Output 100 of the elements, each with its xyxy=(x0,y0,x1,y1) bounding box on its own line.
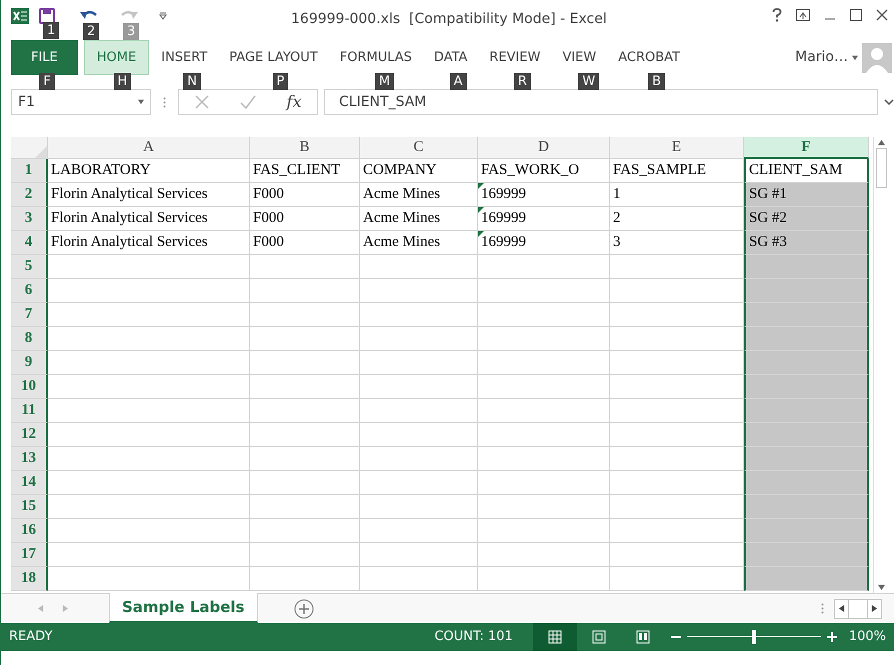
table-cell: 169999 xyxy=(478,183,610,207)
ribbon-display-icon[interactable] xyxy=(796,9,810,21)
row-header[interactable]: 16 xyxy=(11,519,48,543)
customize-caret-icon[interactable] xyxy=(159,12,167,20)
keytip: H xyxy=(114,73,132,90)
keytip: 1 xyxy=(43,22,60,39)
table-cell: FAS_WORK_O xyxy=(478,159,610,183)
table-cell: Florin Analytical Services xyxy=(48,207,250,231)
keytip: 2 xyxy=(83,23,100,40)
table-cell: 169999 xyxy=(478,231,610,255)
row-header[interactable]: 9 xyxy=(11,351,48,375)
table-cell: 169999 xyxy=(478,207,610,231)
keytip: W xyxy=(578,73,600,90)
table-cell: 3 xyxy=(610,231,744,255)
keytip: A xyxy=(450,73,467,90)
table-cell: Florin Analytical Services xyxy=(48,183,250,207)
keytip: B xyxy=(648,73,666,90)
ribbon-tab[interactable]: FORMULAS xyxy=(330,40,422,75)
help-icon[interactable] xyxy=(772,8,782,22)
quick-access-button[interactable] xyxy=(39,8,55,24)
keytip: F xyxy=(39,73,55,90)
ribbon-tab[interactable]: FILE xyxy=(11,40,78,75)
ribbon-tab[interactable]: HOME xyxy=(84,40,150,75)
column-header[interactable]: F xyxy=(744,137,869,159)
row-header[interactable]: 18 xyxy=(11,567,48,591)
splitter-icon[interactable] xyxy=(821,603,824,614)
zoom-in-icon[interactable] xyxy=(826,632,837,642)
table-cell: CLIENT_SAM xyxy=(744,159,869,183)
zoom-slider[interactable] xyxy=(686,630,821,644)
row-header[interactable]: 3 xyxy=(11,207,48,231)
ribbon-tab[interactable]: PAGE LAYOUT xyxy=(219,40,328,75)
ribbon-tab[interactable]: INSERT xyxy=(151,40,218,75)
window-title: 169999-000.xls [Compatibility Mode] - Excel xyxy=(291,10,607,29)
zoom-level[interactable]: 100% xyxy=(842,627,894,647)
caret-icon[interactable] xyxy=(852,54,858,60)
more-icon[interactable] xyxy=(163,96,166,108)
name-box[interactable]: F1 xyxy=(11,89,151,115)
table-cell: F000 xyxy=(250,183,360,207)
table-cell: F000 xyxy=(250,231,360,255)
add-sheet-icon[interactable] xyxy=(294,598,314,618)
table-cell: Acme Mines xyxy=(360,207,478,231)
keytip: P xyxy=(272,73,288,90)
column-header[interactable]: C xyxy=(360,137,478,159)
table-cell: FAS_SAMPLE xyxy=(610,159,744,183)
ribbon-tab[interactable]: VIEW xyxy=(552,40,606,75)
table-cell: FAS_CLIENT xyxy=(250,159,360,183)
zoom-slider-thumb[interactable] xyxy=(752,630,756,644)
column-header[interactable]: D xyxy=(478,137,610,159)
row-header[interactable]: 13 xyxy=(11,447,48,471)
page-layout-icon xyxy=(592,630,606,644)
page-break-icon xyxy=(636,630,650,644)
row-header[interactable]: 7 xyxy=(11,303,48,327)
scroll-up-icon[interactable] xyxy=(878,139,885,146)
ribbon-tab[interactable]: REVIEW xyxy=(479,40,550,75)
row-header[interactable]: 2 xyxy=(11,183,48,207)
row-header[interactable]: 1 xyxy=(11,159,48,183)
scrollbar-thumb[interactable] xyxy=(876,148,887,188)
column-header[interactable]: B xyxy=(250,137,360,159)
column-header[interactable]: A xyxy=(48,137,250,159)
row-header[interactable]: 6 xyxy=(11,279,48,303)
row-header[interactable]: 5 xyxy=(11,255,48,279)
expand-caret-icon[interactable] xyxy=(884,99,894,105)
scroll-left-icon[interactable] xyxy=(838,605,845,612)
table-cell: Acme Mines xyxy=(360,231,478,255)
table-cell: COMPANY xyxy=(360,159,478,183)
table-cell: SG #1 xyxy=(744,183,869,207)
row-header[interactable]: 8 xyxy=(11,327,48,351)
formula-field[interactable]: CLIENT_SAM xyxy=(324,89,878,115)
column-header[interactable]: E xyxy=(610,137,744,159)
insert-function-button[interactable]: fx xyxy=(286,90,302,114)
horizontal-scrollbar-thumb[interactable] xyxy=(848,600,868,618)
table-cell: SG #2 xyxy=(744,207,869,231)
row-header[interactable]: 11 xyxy=(11,399,48,423)
user-name[interactable]: Mario… xyxy=(795,47,848,68)
check-icon[interactable] xyxy=(240,95,256,109)
keytip: N xyxy=(183,73,201,90)
row-header[interactable]: 4 xyxy=(11,231,48,255)
table-cell: F000 xyxy=(250,207,360,231)
sheet-tab[interactable]: Sample Labels xyxy=(109,593,258,623)
keytip: 3 xyxy=(123,23,140,40)
close-icon[interactable] xyxy=(876,9,888,21)
spreadsheet-app-icon[interactable] xyxy=(11,8,29,24)
row-header[interactable]: 12 xyxy=(11,423,48,447)
scroll-right-icon[interactable] xyxy=(871,605,878,612)
row-header[interactable]: 15 xyxy=(11,495,48,519)
table-cell: 1 xyxy=(610,183,744,207)
row-header[interactable]: 17 xyxy=(11,543,48,567)
table-cell: LABORATORY xyxy=(48,159,250,183)
maximize-icon[interactable] xyxy=(850,9,862,21)
ribbon-tab[interactable]: DATA xyxy=(424,40,478,75)
caret-icon[interactable] xyxy=(138,99,144,105)
status-text: READY xyxy=(8,628,52,646)
ribbon-tab[interactable]: ACROBAT xyxy=(608,40,690,75)
keytip: R xyxy=(514,73,531,90)
scroll-down-icon[interactable] xyxy=(878,584,885,591)
view-button[interactable] xyxy=(532,623,577,651)
table-cell: 2 xyxy=(610,207,744,231)
save-icon xyxy=(39,8,55,24)
row-header[interactable]: 14 xyxy=(11,471,48,495)
row-header[interactable]: 10 xyxy=(11,375,48,399)
